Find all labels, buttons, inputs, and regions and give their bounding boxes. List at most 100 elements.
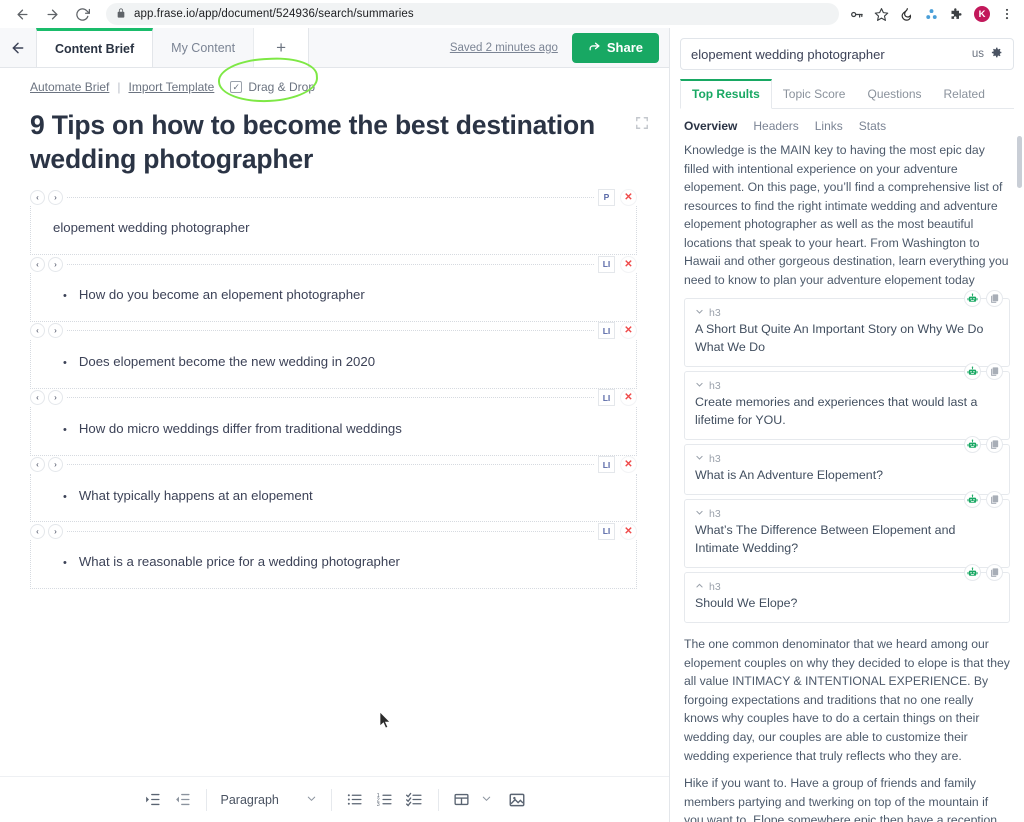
block-move-left-button[interactable]: ‹ <box>30 457 45 473</box>
block-move-left-button[interactable]: ‹ <box>30 390 45 406</box>
research-subtab-links[interactable]: Links <box>815 119 843 133</box>
checklist-icon[interactable] <box>404 789 426 811</box>
block-move-right-button[interactable]: › <box>48 323 63 339</box>
block-delete-button[interactable]: ✕ <box>620 522 637 540</box>
block-body[interactable]: • What typically happens at an elopement <box>30 473 637 523</box>
chevron-down-icon[interactable] <box>695 508 704 520</box>
research-tab-topic-score[interactable]: Topic Score <box>772 80 857 108</box>
block-move-left-button[interactable]: ‹ <box>30 256 45 272</box>
profile-avatar[interactable]: K <box>974 6 990 22</box>
chevron-down-icon[interactable] <box>695 453 704 465</box>
tab-content-brief[interactable]: Content Brief <box>36 28 154 67</box>
block-text[interactable]: How do you become an elopement photograp… <box>79 285 365 305</box>
block-delete-button[interactable]: ✕ <box>620 456 637 474</box>
tab-my-content[interactable]: My Content <box>153 28 255 67</box>
heading-card[interactable]: h3 What is An Adventure Elopement? <box>684 436 1010 496</box>
import-template-link[interactable]: Import Template <box>129 80 215 94</box>
block-text[interactable]: What typically happens at an elopement <box>79 486 313 506</box>
chevron-up-icon[interactable] <box>695 581 704 593</box>
copy-heading-button[interactable] <box>986 436 1003 454</box>
block-move-right-button[interactable]: › <box>48 189 63 205</box>
block-delete-button[interactable]: ✕ <box>620 322 637 340</box>
star-icon[interactable] <box>874 7 889 22</box>
generate-with-ai-button[interactable] <box>964 290 981 308</box>
add-tab-button[interactable]: + <box>254 28 310 67</box>
kebab-menu-icon[interactable] <box>1000 7 1014 21</box>
research-tab-related[interactable]: Related <box>933 80 996 108</box>
research-subtab-overview[interactable]: Overview <box>684 119 737 133</box>
indent-increase-icon[interactable] <box>142 789 164 811</box>
heading-card[interactable]: h3 Should We Elope? <box>684 564 1010 624</box>
address-bar[interactable]: app.frase.io/app/document/524936/search/… <box>106 3 839 25</box>
key-icon[interactable] <box>849 7 864 22</box>
browser-back-button[interactable] <box>8 0 36 28</box>
heading-card[interactable]: h3 What’s The Difference Between Elopemen… <box>684 491 1010 569</box>
drag-drop-checkbox[interactable]: ✓ <box>230 81 243 93</box>
table-icon[interactable] <box>451 789 473 811</box>
copy-heading-button[interactable] <box>986 491 1003 509</box>
block-body[interactable]: • How do micro weddings differ from tradi… <box>30 406 637 456</box>
copy-heading-button[interactable] <box>986 564 1003 582</box>
research-scrollbar[interactable] <box>1017 136 1022 188</box>
search-input[interactable]: elopement wedding photographer <box>691 47 972 62</box>
block-text[interactable]: elopement wedding photographer <box>53 218 626 238</box>
keyword-search-box[interactable]: elopement wedding photographer us <box>680 38 1014 70</box>
chevron-down-icon[interactable] <box>695 380 704 392</box>
block-body[interactable]: elopement wedding photographer <box>30 206 637 256</box>
browser-forward-button[interactable] <box>38 0 66 28</box>
puzzle-icon[interactable] <box>949 7 964 22</box>
generate-with-ai-button[interactable] <box>964 491 981 509</box>
block-move-left-button[interactable]: ‹ <box>30 189 45 205</box>
automate-brief-link[interactable]: Automate Brief <box>30 80 109 94</box>
block-type-badge[interactable]: LI <box>598 322 615 340</box>
block-delete-button[interactable]: ✕ <box>620 255 637 273</box>
share-button[interactable]: Share <box>571 32 659 63</box>
block-move-right-button[interactable]: › <box>48 390 63 406</box>
block-type-badge[interactable]: LI <box>598 255 615 273</box>
block-body[interactable]: • Does elopement become the new wedding i… <box>30 339 637 389</box>
block-text[interactable]: What is a reasonable price for a wedding… <box>79 552 400 572</box>
generate-with-ai-button[interactable] <box>964 564 981 582</box>
generate-with-ai-button[interactable] <box>964 363 981 381</box>
indent-decrease-icon[interactable] <box>172 789 194 811</box>
flame-icon[interactable] <box>899 7 914 22</box>
image-icon[interactable] <box>506 789 528 811</box>
bullet-list-icon[interactable] <box>344 789 366 811</box>
block-move-left-button[interactable]: ‹ <box>30 323 45 339</box>
block-move-right-button[interactable]: › <box>48 523 63 539</box>
block-text[interactable]: How do micro weddings differ from tradit… <box>79 419 402 439</box>
block-type-badge[interactable]: P <box>598 188 615 206</box>
block-delete-button[interactable]: ✕ <box>620 389 637 407</box>
table-chevron-down-icon[interactable] <box>481 793 492 806</box>
block-move-right-button[interactable]: › <box>48 256 63 272</box>
research-tab-top-results[interactable]: Top Results <box>680 79 772 109</box>
cluster-icon[interactable] <box>924 7 939 22</box>
gear-icon[interactable] <box>990 46 1003 62</box>
browser-reload-button[interactable] <box>68 0 96 28</box>
numbered-list-icon[interactable]: 123 <box>374 789 396 811</box>
heading-card[interactable]: h3 A Short But Quite An Important Story o… <box>684 290 1010 368</box>
generate-with-ai-button[interactable] <box>964 436 981 454</box>
block-delete-button[interactable]: ✕ <box>620 188 637 206</box>
copy-heading-button[interactable] <box>986 363 1003 381</box>
block-body[interactable]: • How do you become an elopement photogra… <box>30 273 637 322</box>
expand-editor-icon[interactable] <box>635 116 649 130</box>
saved-status[interactable]: Saved 2 minutes ago <box>450 28 572 67</box>
block-body[interactable]: • What is a reasonable price for a weddin… <box>30 540 637 590</box>
block-type-badge[interactable]: LI <box>598 522 615 540</box>
research-subtab-headers[interactable]: Headers <box>753 119 798 133</box>
research-subtab-stats[interactable]: Stats <box>859 119 886 133</box>
block-move-left-button[interactable]: ‹ <box>30 523 45 539</box>
block-text[interactable]: Does elopement become the new wedding in… <box>79 352 375 372</box>
copy-heading-button[interactable] <box>986 290 1003 308</box>
block-format-select[interactable]: Paragraph <box>219 793 319 807</box>
back-to-list-button[interactable] <box>0 28 36 67</box>
heading-card[interactable]: h3 Create memories and experiences that w… <box>684 363 1010 441</box>
research-tab-questions[interactable]: Questions <box>856 80 932 108</box>
block-type-badge[interactable]: LI <box>598 456 615 474</box>
block-type-badge[interactable]: LI <box>598 389 615 407</box>
block-move-right-button[interactable]: › <box>48 457 63 473</box>
drag-drop-toggle[interactable]: ✓ Drag & Drop <box>230 80 315 94</box>
chevron-down-icon[interactable] <box>695 307 704 319</box>
page-title[interactable]: 9 Tips on how to become the best destina… <box>30 108 610 176</box>
